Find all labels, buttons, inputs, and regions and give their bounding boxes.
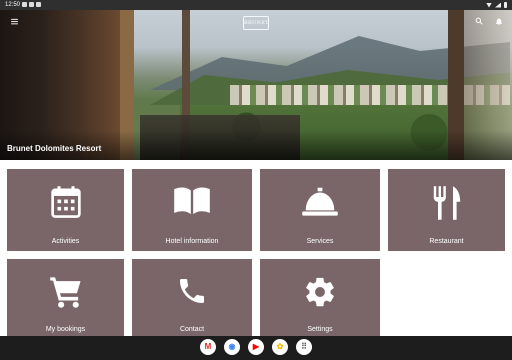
status-bar: 12:50 — [0, 0, 512, 10]
battery-icon — [504, 2, 507, 8]
fork-knife-icon — [433, 186, 460, 220]
status-time: 12:50 — [5, 2, 21, 8]
status-system-icons — [486, 0, 507, 10]
gear-icon — [306, 277, 334, 307]
notification-icon — [22, 2, 27, 7]
app-dock: M ◉ ▶ ✿ ⠿ — [200, 339, 312, 355]
tile-label: Contact — [179, 326, 205, 333]
tile-restaurant[interactable]: Restaurant — [388, 169, 505, 251]
search-icon[interactable] — [475, 17, 483, 25]
bell-icon[interactable] — [495, 17, 503, 26]
notification-icon — [36, 2, 41, 7]
tile-label: Settings — [307, 326, 333, 333]
tile-label: Restaurant — [429, 238, 464, 245]
tile-services[interactable]: Services — [260, 169, 380, 251]
tile-settings[interactable]: Settings — [260, 259, 380, 339]
hero-header: BRUNET Brunet Dolomites Resort — [0, 10, 512, 160]
chrome-icon[interactable]: ◉ — [224, 339, 240, 355]
tile-contact[interactable]: Contact — [132, 259, 252, 339]
gmail-icon[interactable]: M — [200, 339, 216, 355]
resort-logo: BRUNET — [243, 16, 269, 30]
shopping-cart-icon — [49, 277, 81, 308]
tile-activities[interactable]: Activities — [7, 169, 124, 251]
tile-hotel-information[interactable]: Hotel information — [132, 169, 252, 251]
status-notification-icons — [22, 2, 41, 7]
book-icon — [174, 187, 210, 215]
tile-label: My bookings — [45, 326, 86, 333]
tile-label: Services — [306, 238, 334, 245]
notification-icon — [29, 2, 34, 7]
page-title: Brunet Dolomites Resort — [7, 144, 102, 153]
youtube-icon[interactable]: ▶ — [248, 339, 264, 355]
tile-label: Hotel information — [165, 238, 219, 245]
tile-label: Activities — [51, 238, 80, 245]
hamburger-menu-icon[interactable] — [10, 17, 19, 26]
phone-icon — [180, 279, 204, 303]
wifi-icon — [486, 2, 492, 8]
photos-icon[interactable]: ✿ — [272, 339, 288, 355]
tile-my-bookings[interactable]: My bookings — [7, 259, 124, 339]
signal-icon — [495, 2, 501, 8]
app-screen: 12:50 BRUNET Brunet Dolomites Resort Act… — [0, 0, 512, 360]
service-bell-icon — [302, 187, 338, 216]
calendar-icon — [50, 186, 81, 218]
app-drawer-icon[interactable]: ⠿ — [296, 339, 312, 355]
